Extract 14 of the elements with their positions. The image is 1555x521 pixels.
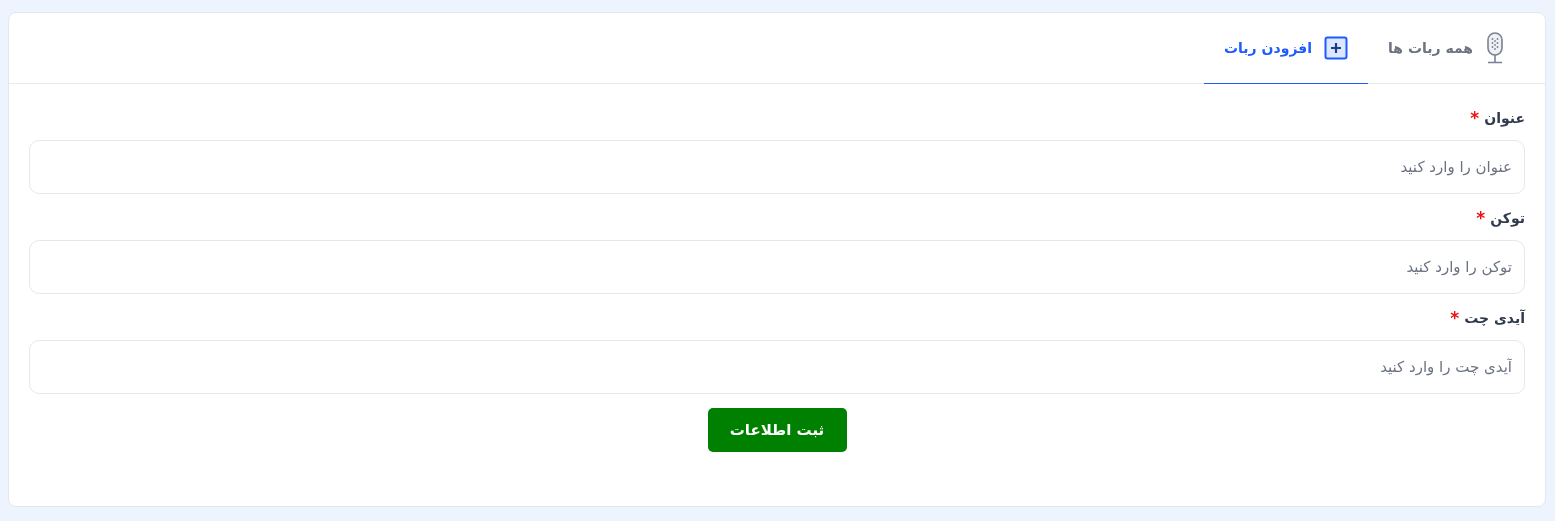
input-field[interactable]: عنوان را وارد کنید	[29, 140, 1525, 194]
plus-square-icon	[1324, 36, 1349, 60]
input-field[interactable]: توکن را وارد کنید	[29, 240, 1525, 294]
field-label: عنوان	[1484, 110, 1525, 126]
tab[interactable]: افزودن ربات	[1204, 13, 1369, 84]
required-mark: *	[1476, 208, 1486, 228]
submit-button[interactable]: ثبت اطلاعات	[707, 408, 847, 452]
required-mark: *	[1470, 108, 1480, 128]
input-field[interactable]: آیدی چت را وارد کنید	[29, 340, 1525, 394]
field-label: آیدی چت	[1464, 310, 1525, 326]
required-mark: *	[1450, 308, 1460, 328]
tab[interactable]: همه ربات ها	[1368, 13, 1525, 84]
field-label: توکن	[1490, 210, 1525, 226]
microphone-icon	[1485, 32, 1505, 64]
